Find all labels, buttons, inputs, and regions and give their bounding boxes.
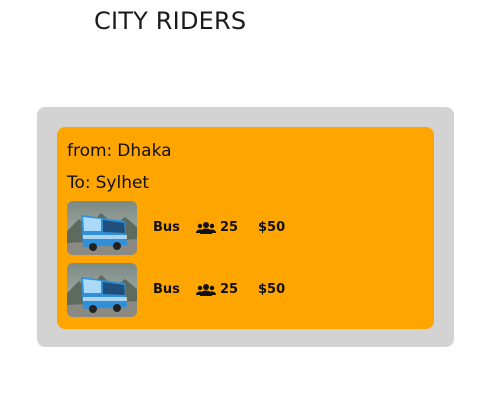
seats-count: 25 — [220, 282, 239, 297]
route-to-label: To: — [67, 173, 91, 193]
bus-thumbnail — [67, 201, 137, 255]
route-to-value: Sylhet — [95, 173, 150, 193]
ride-price: $50 — [258, 220, 286, 235]
route-card[interactable]: from: Dhaka To: Sylhet Bus 25 $50 Bus 25… — [57, 127, 434, 329]
seats-info: 25 — [196, 282, 238, 298]
page: CITY RIDERS from: Dhaka To: Sylhet Bus 2… — [0, 0, 480, 409]
vehicle-type: Bus — [153, 220, 180, 235]
vehicle-type: Bus — [153, 282, 180, 297]
route-from: from: Dhaka — [67, 140, 172, 162]
seats-info: 25 — [196, 220, 238, 236]
results-panel: from: Dhaka To: Sylhet Bus 25 $50 Bus 25… — [37, 107, 454, 347]
users-icon — [196, 222, 216, 234]
ride-option[interactable]: Bus 25 $50 — [67, 263, 427, 319]
route-to: To: Sylhet — [67, 172, 149, 194]
ride-price: $50 — [258, 282, 286, 297]
ride-option[interactable]: Bus 25 $50 — [67, 201, 427, 257]
users-icon — [196, 284, 216, 296]
seats-count: 25 — [220, 220, 239, 235]
bus-thumbnail — [67, 263, 137, 317]
brand-title: CITY RIDERS — [94, 7, 247, 35]
route-from-value: Dhaka — [117, 141, 172, 161]
route-from-label: from: — [67, 141, 113, 161]
